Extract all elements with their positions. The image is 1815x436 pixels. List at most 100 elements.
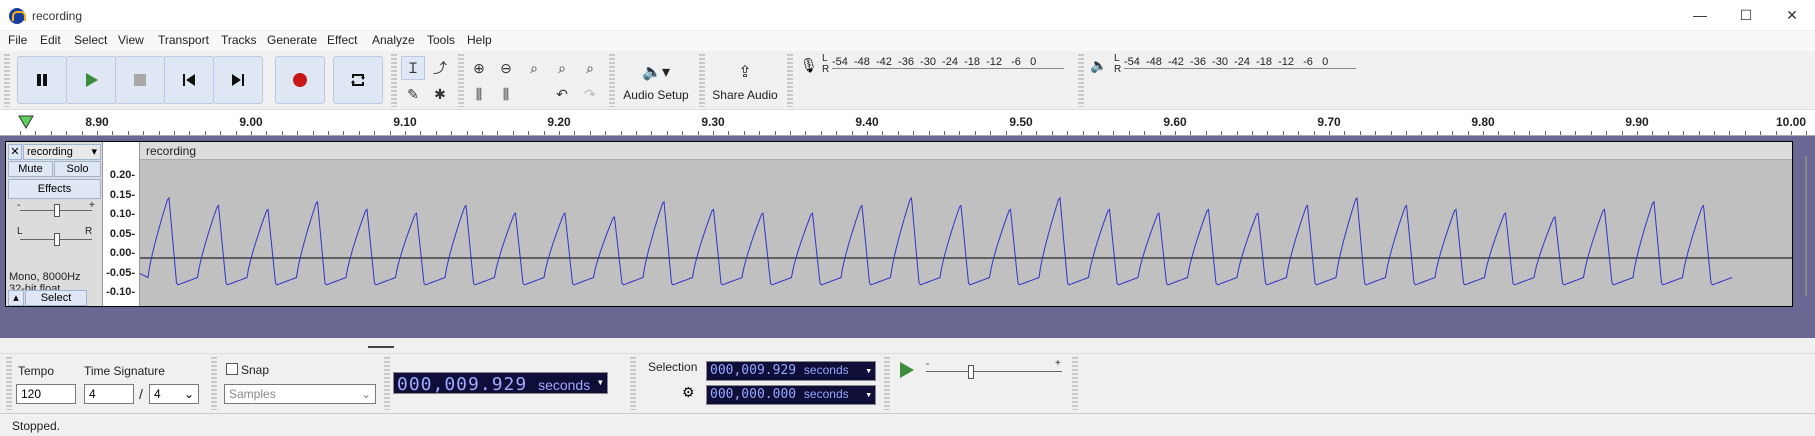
menu-effect[interactable]: Effect xyxy=(327,33,357,47)
undo-button[interactable]: ↶ xyxy=(550,82,574,106)
toolbar-grip[interactable] xyxy=(1072,357,1078,410)
ruler-tick xyxy=(621,131,622,135)
gain-slider-thumb[interactable] xyxy=(54,204,60,217)
track-name-menu[interactable]: recording ▾ xyxy=(23,144,101,160)
loop-button[interactable] xyxy=(333,56,383,104)
play-button[interactable] xyxy=(66,56,116,104)
record-button[interactable] xyxy=(275,56,325,104)
ruler-tick-label: 9.20 xyxy=(547,115,571,129)
playback-speaker-icon[interactable]: 🔈 xyxy=(1090,57,1107,74)
tempo-input[interactable]: 120 xyxy=(16,384,76,404)
ruler-tick xyxy=(1483,131,1484,135)
close-button[interactable]: ✕ xyxy=(1769,0,1815,31)
toolbar-grip[interactable] xyxy=(384,357,390,410)
ruler-tick xyxy=(128,131,129,135)
resize-handle[interactable] xyxy=(368,346,394,348)
menu-file[interactable]: File xyxy=(8,33,27,47)
toolbar-grip[interactable] xyxy=(1078,54,1084,107)
play-head-triangle-icon[interactable] xyxy=(18,115,34,129)
toolbar-grip[interactable] xyxy=(391,54,397,107)
selection-start-display[interactable]: 000,009.929 seconds ▾ xyxy=(706,361,876,381)
clip-title-bar[interactable]: recording xyxy=(140,142,1792,160)
toolbar-grip[interactable] xyxy=(884,357,890,410)
selection-end-display[interactable]: 000,000.000 seconds ▾ xyxy=(706,385,876,405)
ruler-tick xyxy=(20,131,21,135)
pan-slider-thumb[interactable] xyxy=(54,233,60,246)
zoom-out-button[interactable]: ⊖ xyxy=(494,56,518,80)
ruler-tick xyxy=(51,131,52,135)
ruler-tick xyxy=(143,131,144,135)
pause-button[interactable] xyxy=(17,56,67,104)
toolbar-grip[interactable] xyxy=(699,54,705,107)
ruler-tick xyxy=(1668,131,1669,135)
playback-meter[interactable]: -54 -48 -42 -36 -30 -24 -18 -12 -6 0 xyxy=(1124,56,1356,69)
multi-tool[interactable]: ✱ xyxy=(428,82,452,106)
time-sig-numerator-input[interactable]: 4 xyxy=(84,384,134,404)
stop-button[interactable] xyxy=(115,56,165,104)
audio-setup-button[interactable]: 🔈▾ Audio Setup xyxy=(618,56,694,106)
menu-tools[interactable]: Tools xyxy=(427,33,455,47)
envelope-tool[interactable]: ⤴ xyxy=(428,56,452,80)
fit-project-button[interactable]: ⌕ xyxy=(550,56,574,80)
solo-button[interactable]: Solo xyxy=(54,161,101,177)
skip-to-start-button[interactable] xyxy=(164,56,214,104)
zoom-in-button[interactable]: ⊕ xyxy=(467,56,491,80)
microphone-icon[interactable]: 🎙 xyxy=(800,57,818,74)
menu-select[interactable]: Select xyxy=(74,33,107,47)
trim-audio-button[interactable]: ⫼ xyxy=(467,82,491,106)
menu-view[interactable]: View xyxy=(118,33,144,47)
menu-tracks[interactable]: Tracks xyxy=(221,33,257,47)
redo-button[interactable]: ↷ xyxy=(578,82,602,106)
toolbar-grip[interactable] xyxy=(630,357,636,410)
toolbar-grip[interactable] xyxy=(6,357,12,410)
ruler-tick xyxy=(1575,131,1576,135)
time-display[interactable]: 000,009.929 seconds ▾ xyxy=(393,372,608,395)
toolbar-grip[interactable] xyxy=(609,54,615,107)
timeline-ruler[interactable]: 8.90 9.00 9.10 9.20 9.30 9.40 9.50 9.60 9.70 9.80… xyxy=(0,110,1815,136)
toolbar-grip[interactable] xyxy=(458,54,464,107)
draw-tool[interactable]: ✎ xyxy=(401,82,425,106)
menu-help[interactable]: Help xyxy=(467,33,492,47)
waveform-area[interactable]: recording xyxy=(140,142,1792,306)
menu-analyze[interactable]: Analyze xyxy=(372,33,415,47)
share-audio-button[interactable]: ⇪ Share Audio xyxy=(707,56,783,106)
fit-selection-button[interactable]: ⌕ xyxy=(522,56,546,80)
snap-checkbox[interactable] xyxy=(226,363,238,375)
ruler-tick xyxy=(467,131,468,135)
speed-plus-label: + xyxy=(1055,358,1061,369)
menu-generate[interactable]: Generate xyxy=(267,33,317,47)
play-meter-scale: -54 -48 -42 -36 -30 -24 -18 -12 -6 0 xyxy=(1124,56,1329,68)
ruler-tick xyxy=(1267,131,1268,135)
menu-edit[interactable]: Edit xyxy=(40,33,61,47)
ruler-tick xyxy=(1006,131,1007,135)
ruler-tick xyxy=(1283,131,1284,135)
selection-tool[interactable]: Ｉ xyxy=(401,56,425,80)
silence-audio-button[interactable]: ⫼ xyxy=(494,82,518,106)
menu-transport[interactable]: Transport xyxy=(158,33,209,47)
ruler-tick xyxy=(574,131,575,135)
skip-to-end-button[interactable] xyxy=(213,56,263,104)
zoom-toggle-button[interactable]: ⌕ xyxy=(578,56,602,80)
speed-slider-thumb[interactable] xyxy=(968,365,974,379)
vertical-ruler[interactable]: 0.20- 0.15- 0.10- 0.05- 0.00- -0.05- -0.10- xyxy=(103,142,140,306)
record-meter[interactable]: -54 -48 -42 -36 -30 -24 -18 -12 -6 0 xyxy=(832,56,1064,69)
collapse-track-button[interactable]: ▴ xyxy=(8,290,24,306)
vertical-scrollbar[interactable] xyxy=(1801,148,1811,308)
maximize-button[interactable]: ☐ xyxy=(1723,0,1769,31)
effects-button[interactable]: Effects xyxy=(8,179,101,199)
asterisk-icon: ✱ xyxy=(434,85,446,102)
track-close-button[interactable]: ✕ xyxy=(8,144,22,160)
snap-unit-select[interactable]: Samples ⌄ xyxy=(224,384,376,404)
select-track-button[interactable]: Select xyxy=(25,290,87,306)
time-sig-denominator-select[interactable]: 4 ⌄ xyxy=(149,384,199,404)
ruler-tick xyxy=(1052,131,1053,135)
scrollbar-thumb[interactable] xyxy=(1805,156,1807,296)
minimize-button[interactable]: — xyxy=(1677,0,1723,31)
mute-button[interactable]: Mute xyxy=(8,161,53,177)
toolbar-grip[interactable] xyxy=(4,54,10,107)
selection-label: Selection xyxy=(648,360,698,374)
toolbar-grip[interactable] xyxy=(787,54,793,107)
play-at-speed-icon[interactable] xyxy=(897,361,915,379)
gear-icon[interactable]: ⚙ xyxy=(682,384,695,401)
toolbar-grip[interactable] xyxy=(211,357,217,410)
